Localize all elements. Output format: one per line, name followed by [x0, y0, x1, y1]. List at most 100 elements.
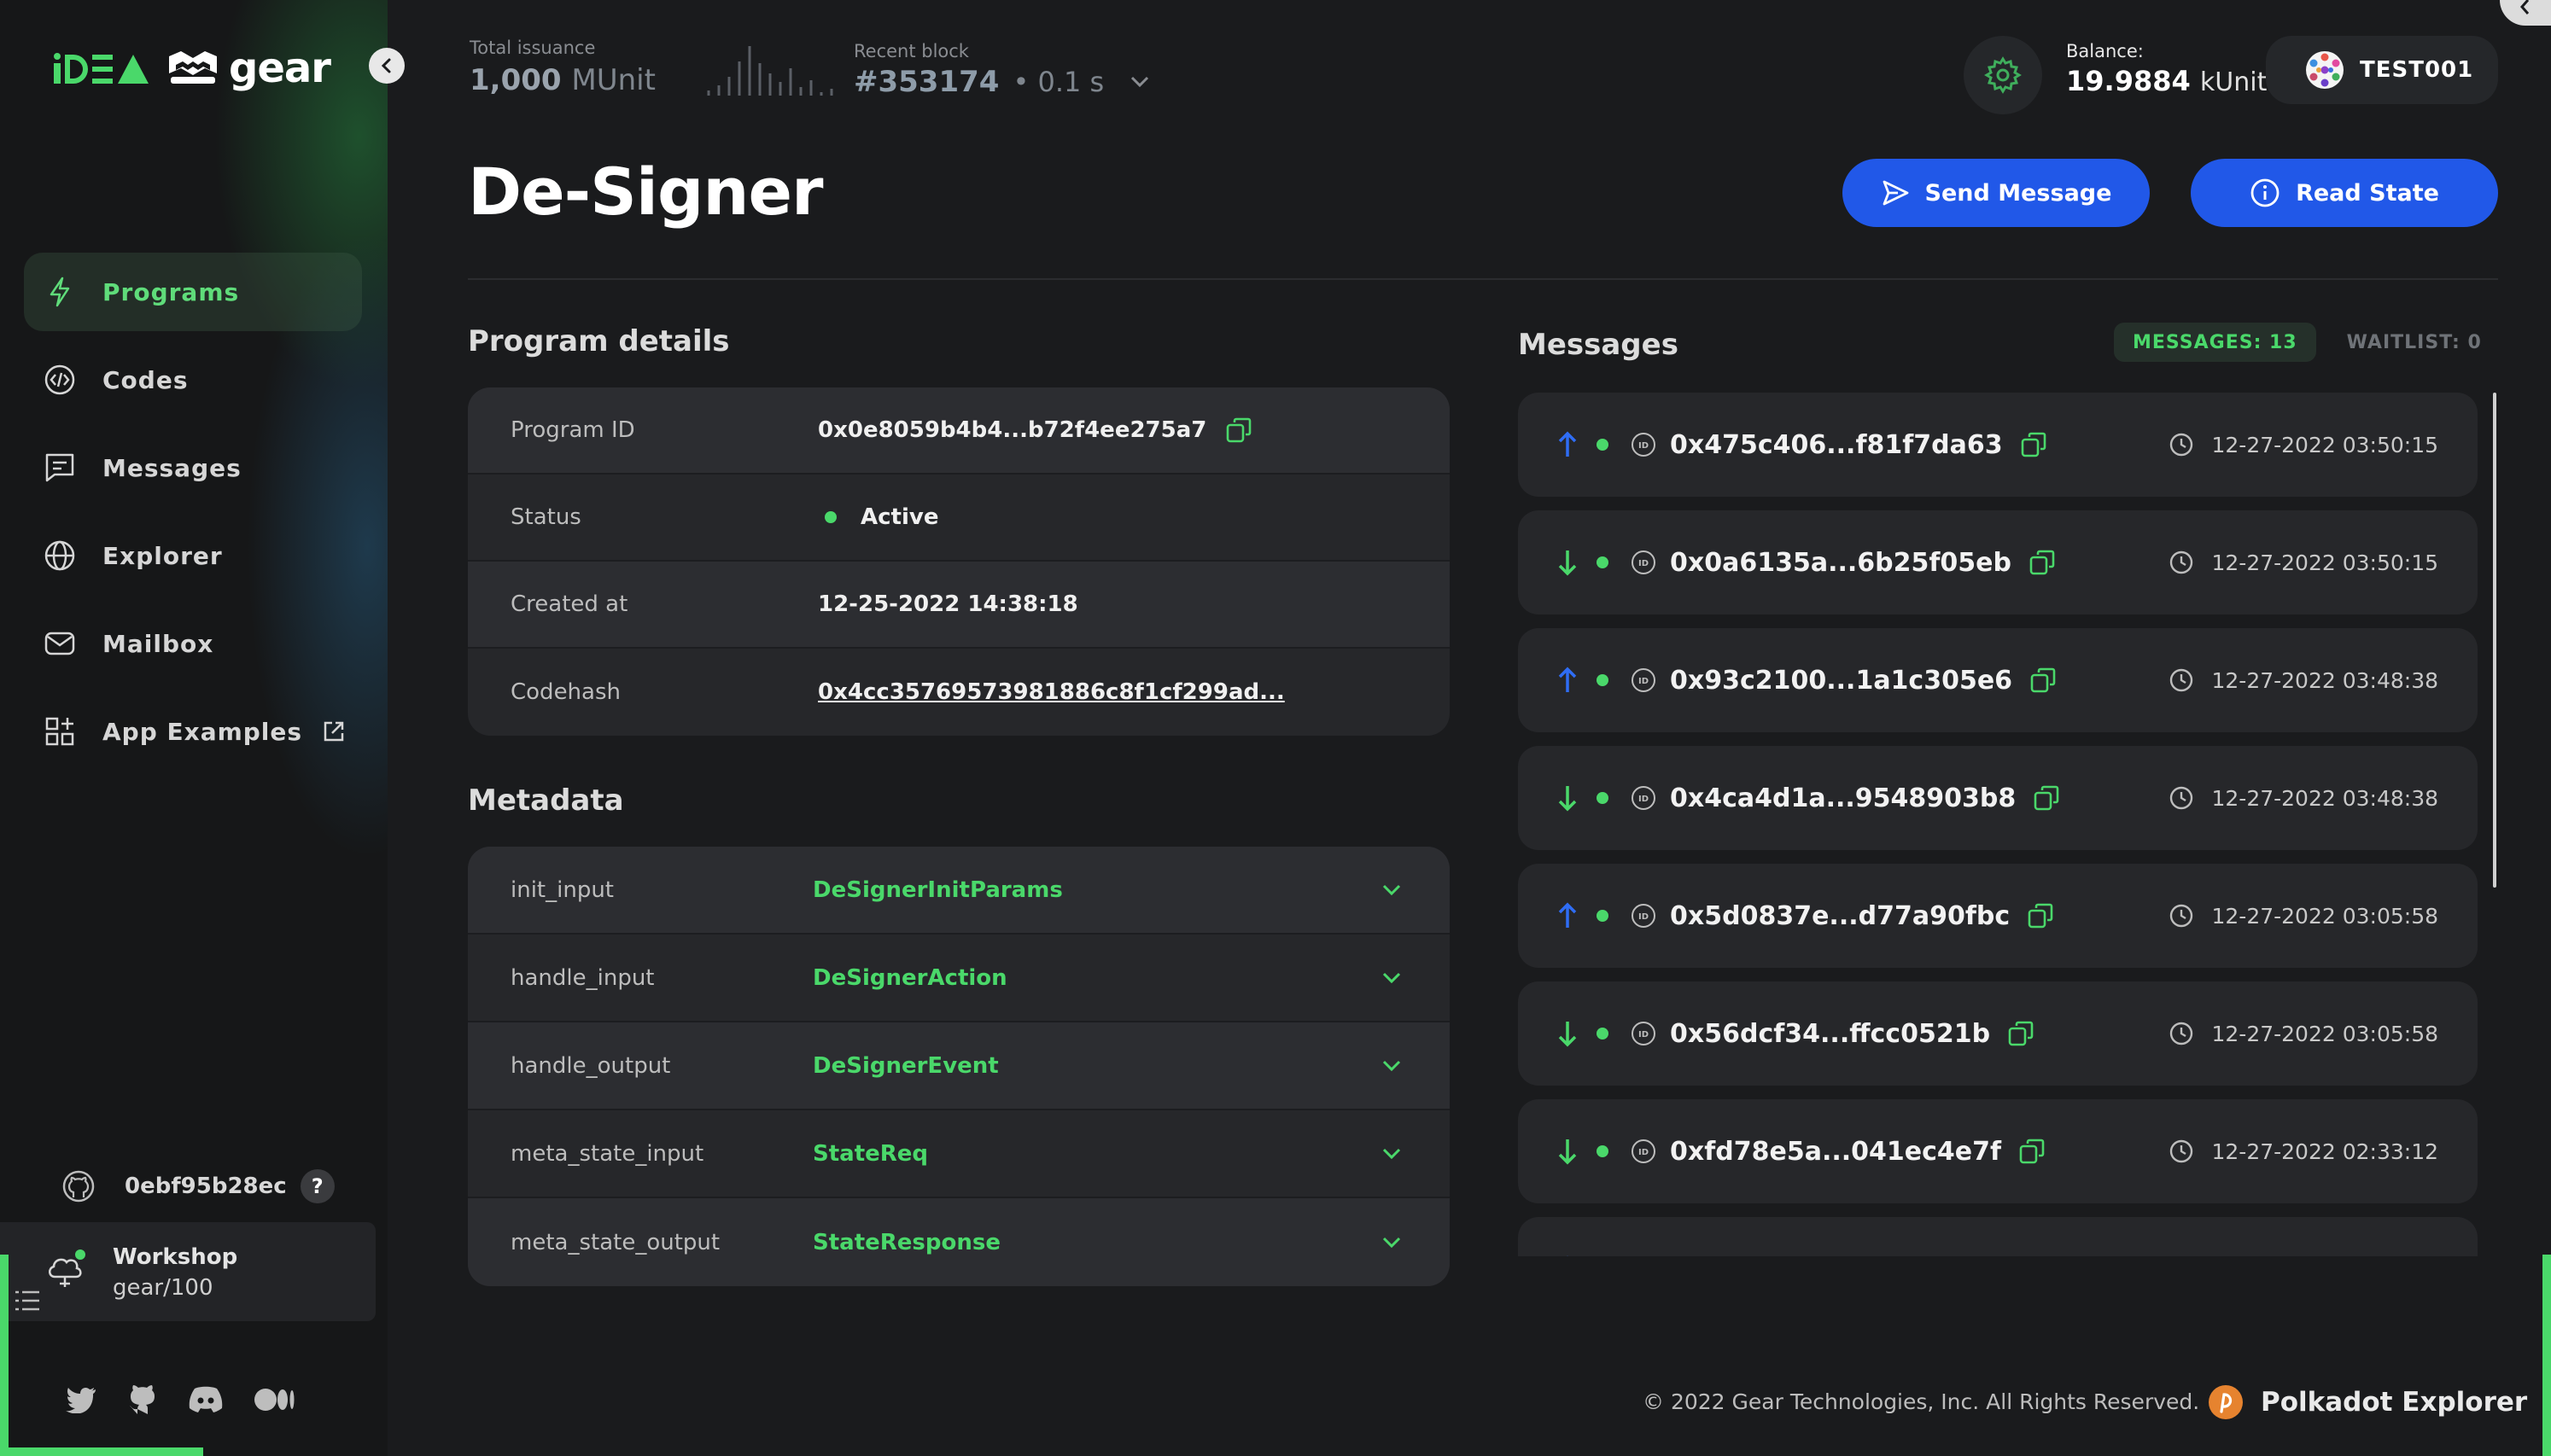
- discord-icon[interactable]: [188, 1386, 224, 1413]
- copy-icon[interactable]: [1225, 416, 1252, 444]
- recent-block-number[interactable]: #353174: [854, 65, 999, 99]
- total-issuance-unit: MUnit: [571, 63, 656, 97]
- send-message-button[interactable]: Send Message: [1842, 159, 2150, 227]
- read-state-button[interactable]: Read State: [2191, 159, 2498, 227]
- copy-icon[interactable]: [2018, 1138, 2046, 1165]
- message-row[interactable]: ID 0x93c2100...1a1c305e6 12-27-2022 03:48:…: [1518, 628, 2478, 732]
- sidebar-item-explorer[interactable]: Explorer: [24, 516, 362, 595]
- chevron-down-icon[interactable]: [1381, 1147, 1402, 1161]
- info-icon: [2250, 178, 2280, 207]
- balance-unit: kUnit: [2199, 67, 2268, 97]
- twitter-icon[interactable]: [65, 1386, 97, 1413]
- sidebar-item-messages[interactable]: Messages: [24, 428, 362, 507]
- collapse-sidebar-button[interactable]: [369, 48, 405, 84]
- metadata-title: Metadata: [468, 783, 624, 818]
- copy-icon[interactable]: [2029, 667, 2057, 694]
- logo[interactable]: gear: [53, 43, 331, 94]
- block-time-sparkline: [707, 46, 833, 96]
- message-id[interactable]: 0x5d0837e...d77a90fbc: [1670, 901, 2010, 931]
- external-link-icon: [324, 721, 344, 742]
- clock-icon: [2170, 786, 2193, 810]
- metadata-row[interactable]: meta_state_output StateResponse: [468, 1198, 1450, 1286]
- scrollbar[interactable]: [2493, 393, 2496, 888]
- tab-waitlist[interactable]: WAITLIST: 0: [2328, 323, 2501, 362]
- help-badge[interactable]: ?: [300, 1169, 335, 1203]
- chevron-down-icon[interactable]: [1130, 75, 1150, 89]
- copy-icon[interactable]: [2029, 1255, 2057, 1256]
- message-row[interactable]: ID 0x0a6135a...6b25f05eb 12-27-2022 03:50:…: [1518, 510, 2478, 614]
- message-id[interactable]: 0x0a6135a...6b25f05eb: [1670, 548, 2011, 578]
- status-dot: [1597, 1145, 1608, 1157]
- mail-icon: [44, 632, 75, 655]
- message-id[interactable]: 0x9ed3b420...69f28513: [1670, 1255, 2012, 1257]
- id-icon: ID: [1632, 904, 1655, 928]
- message-row[interactable]: ID 0x5d0837e...d77a90fbc 12-27-2022 03:05:…: [1518, 864, 2478, 968]
- message-date: 12-27-2022 03:50:15: [2211, 550, 2438, 575]
- arrow-down-icon: [1558, 1139, 1577, 1165]
- detail-key: Status: [511, 504, 581, 530]
- sidebar: gear Programs Codes Messages Explorer Ma…: [0, 0, 388, 1456]
- node-cloud-icon: [49, 1249, 85, 1287]
- message-row[interactable]: ID 0x475c406...f81f7da63 12-27-2022 03:50:…: [1518, 393, 2478, 497]
- sidebar-item-app-examples[interactable]: App Examples: [24, 692, 362, 771]
- sidebar-item-programs[interactable]: Programs: [24, 253, 362, 331]
- metadata-row[interactable]: init_input DeSignerInitParams: [468, 847, 1450, 935]
- corner-toggle-button[interactable]: [2500, 0, 2551, 26]
- codehash-link[interactable]: 0x4cc35769573981886c8f1cf299ad...: [818, 679, 1285, 705]
- list-icon[interactable]: [14, 1289, 41, 1314]
- message-id[interactable]: 0x475c406...f81f7da63: [1670, 430, 2003, 460]
- chevron-down-icon[interactable]: [1381, 1236, 1402, 1249]
- message-timestamp: 12-27-2022 03:05:58: [2169, 1021, 2438, 1046]
- logo-text: gear: [229, 44, 331, 92]
- chevron-down-icon[interactable]: [1381, 1059, 1402, 1073]
- svg-text:ID: ID: [1638, 912, 1649, 922]
- settings-button[interactable]: [1964, 36, 2042, 114]
- copy-icon[interactable]: [2027, 902, 2054, 929]
- metadata-type: DeSignerEvent: [813, 1052, 999, 1079]
- message-icon: [45, 453, 74, 482]
- message-id[interactable]: 0x4ca4d1a...9548903b8: [1670, 783, 2016, 813]
- message-row[interactable]: ID0x9ed3b420...69f2851312-27-2022 02:33:…: [1518, 1217, 2478, 1256]
- message-date: 12-27-2022 03:50:15: [2211, 432, 2438, 457]
- message-id[interactable]: 0x93c2100...1a1c305e6: [1670, 666, 2012, 696]
- copy-icon[interactable]: [2007, 1020, 2034, 1047]
- copy-icon[interactable]: [2020, 431, 2047, 458]
- message-row[interactable]: ID 0x4ca4d1a...9548903b8 12-27-2022 03:48:…: [1518, 746, 2478, 850]
- account-button[interactable]: TEST001: [2266, 36, 2498, 104]
- metadata-row[interactable]: handle_input DeSignerAction: [468, 935, 1450, 1022]
- message-row[interactable]: ID 0xfd78e5a...041ec4e7f 12-27-2022 02:33:…: [1518, 1099, 2478, 1203]
- arrow-down-icon: [1558, 1022, 1577, 1047]
- svg-text:ID: ID: [1638, 795, 1649, 804]
- id-icon: ID: [1632, 1139, 1655, 1163]
- created-at-value: 12-25-2022 14:38:18: [818, 591, 1078, 617]
- copy-icon[interactable]: [2033, 784, 2060, 812]
- github-social-icon[interactable]: [128, 1384, 157, 1415]
- medium-icon[interactable]: [254, 1388, 295, 1412]
- metadata-row[interactable]: meta_state_input StateReq: [468, 1110, 1450, 1198]
- arrow-up-icon: [1558, 431, 1577, 457]
- status-dot: [1597, 439, 1608, 451]
- id-icon: ID: [1632, 1022, 1655, 1045]
- sidebar-item-codes[interactable]: Codes: [24, 341, 362, 419]
- message-id[interactable]: 0x56dcf34...ffcc0521b: [1670, 1019, 1990, 1049]
- sidebar-item-mailbox[interactable]: Mailbox: [24, 604, 362, 683]
- accent-edge: [2542, 1255, 2551, 1456]
- id-icon: ID: [1632, 786, 1655, 810]
- svg-text:ID: ID: [1638, 441, 1649, 451]
- metadata-row[interactable]: handle_output DeSignerEvent: [468, 1022, 1450, 1110]
- chevron-down-icon[interactable]: [1381, 971, 1402, 985]
- polkadot-explorer-link[interactable]: Polkadot Explorer: [2208, 1384, 2527, 1420]
- message-date: 12-27-2022 03:05:58: [2211, 903, 2438, 929]
- node-hash[interactable]: 0ebf95b28ec: [125, 1174, 287, 1199]
- clock-icon: [2170, 1022, 2193, 1045]
- github-icon[interactable]: [61, 1169, 96, 1203]
- chevron-down-icon[interactable]: [1381, 883, 1402, 897]
- tab-messages[interactable]: MESSAGES: 13: [2114, 323, 2316, 362]
- detail-key: Program ID: [511, 417, 635, 443]
- message-date: 12-27-2022 03:05:58: [2211, 1021, 2438, 1046]
- node-switcher[interactable]: Workshop gear/100: [0, 1222, 376, 1321]
- message-row[interactable]: ID 0x56dcf34...ffcc0521b 12-27-2022 03:05:…: [1518, 981, 2478, 1086]
- copy-icon[interactable]: [2029, 549, 2056, 576]
- message-id[interactable]: 0xfd78e5a...041ec4e7f: [1670, 1137, 2001, 1167]
- metadata-key: handle_input: [511, 964, 655, 991]
